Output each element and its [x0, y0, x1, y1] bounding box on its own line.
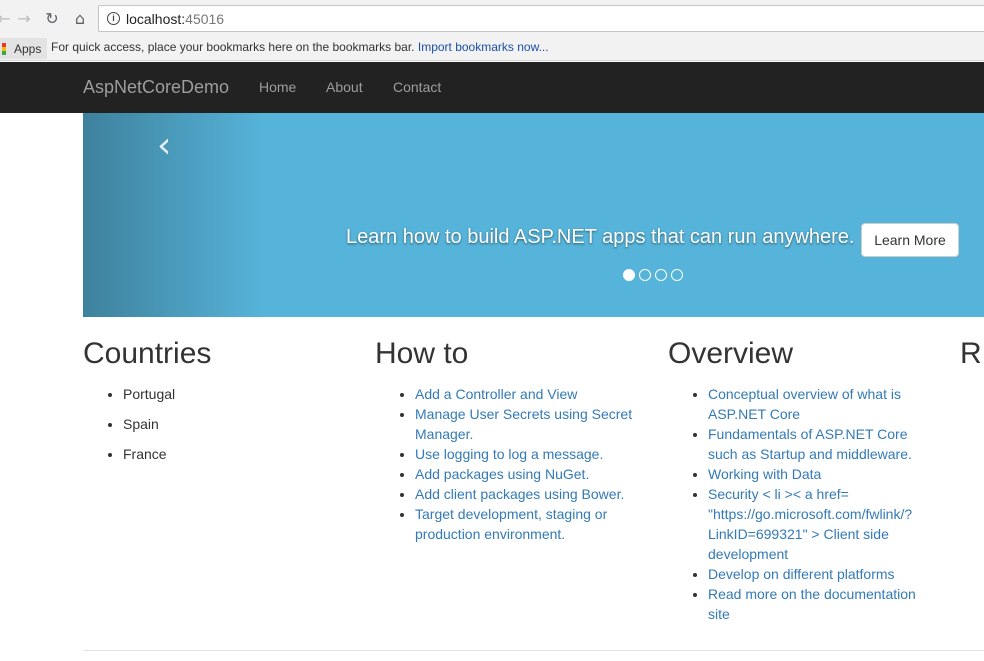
home-icon[interactable]: ⌂	[70, 8, 90, 28]
howto-link[interactable]: Add a Controller and View	[415, 386, 577, 402]
list-item: Add client packages using Bower.	[415, 484, 655, 504]
list-item: Use logging to log a message.	[415, 444, 655, 464]
list-item: Security < li >< a href= "https://go.mic…	[708, 484, 933, 564]
list-item: Portugal	[123, 384, 353, 404]
list-item: Spain	[123, 414, 353, 434]
back-icon[interactable]: ←	[0, 8, 14, 28]
howto-link[interactable]: Target development, staging or productio…	[415, 506, 607, 542]
list-item: Working with Data	[708, 464, 933, 484]
browser-toolbar: ← → ↻ ⌂ i localhost:45016	[0, 0, 984, 36]
carousel-prev-area[interactable]	[83, 113, 263, 317]
apps-label: Apps	[14, 41, 42, 56]
overview-link[interactable]: Working with Data	[708, 466, 821, 482]
nav-link-home[interactable]: Home	[259, 79, 296, 95]
overview-link[interactable]: Security < li >< a href= "https://go.mic…	[708, 486, 912, 562]
bookmarks-hint-text: For quick access, place your bookmarks h…	[51, 40, 415, 54]
countries-heading: Countries	[83, 337, 212, 370]
carousel-indicator-dot[interactable]	[623, 269, 635, 281]
howto-link[interactable]: Manage User Secrets using Secret Manager…	[415, 406, 632, 442]
list-item: Develop on different platforms	[708, 564, 933, 584]
carousel-indicators	[623, 269, 683, 281]
learn-more-button[interactable]: Learn More	[861, 223, 959, 257]
navbar-brand[interactable]: AspNetCoreDemo	[83, 77, 229, 98]
list-item: Conceptual overview of what is ASP.NET C…	[708, 384, 933, 424]
overview-list: Conceptual overview of what is ASP.NET C…	[668, 384, 933, 624]
carousel-indicator-dot[interactable]	[671, 269, 683, 281]
howto-column: How to Add a Controller and View Manage U…	[375, 336, 655, 544]
nav-link-about[interactable]: About	[326, 79, 363, 95]
bookmarks-bar: Apps For quick access, place your bookma…	[0, 36, 984, 61]
apps-button[interactable]: Apps	[0, 38, 48, 59]
carousel-indicator-dot[interactable]	[639, 269, 651, 281]
howto-link[interactable]: Add packages using NuGet.	[415, 466, 589, 482]
list-item: Read more on the documentation site	[708, 584, 933, 624]
nav-link-contact[interactable]: Contact	[393, 79, 441, 95]
list-item: Manage User Secrets using Secret Manager…	[415, 404, 655, 444]
overview-link[interactable]: Conceptual overview of what is ASP.NET C…	[708, 386, 901, 422]
howto-list: Add a Controller and View Manage User Sec…	[375, 384, 655, 544]
chevron-left-icon[interactable]: ‹	[157, 125, 171, 166]
reload-icon[interactable]: ↻	[42, 8, 62, 28]
list-item: Add a Controller and View	[415, 384, 655, 404]
overview-column: Overview Conceptual overview of what is …	[668, 336, 933, 624]
carousel-indicator-dot[interactable]	[655, 269, 667, 281]
list-item: Fundamentals of ASP.NET Core such as Sta…	[708, 424, 933, 464]
overview-heading: Overview	[668, 337, 794, 370]
partial-heading: R	[960, 337, 982, 370]
carousel-caption: Learn how to build ASP.NET apps that can…	[346, 226, 855, 248]
apps-icon	[2, 42, 6, 55]
howto-heading: How to	[375, 337, 469, 370]
carousel: ‹ Learn how to build ASP.NET apps that c…	[83, 113, 984, 317]
info-icon[interactable]: i	[107, 12, 120, 25]
overview-link[interactable]: Read more on the documentation site	[708, 586, 916, 622]
overview-link[interactable]: Develop on different platforms	[708, 566, 895, 582]
overview-link[interactable]: Fundamentals of ASP.NET Core such as Sta…	[708, 426, 912, 462]
footer-divider	[83, 650, 984, 651]
list-item: France	[123, 444, 353, 464]
site-navbar: AspNetCoreDemo Home About Contact	[0, 62, 984, 113]
howto-link[interactable]: Use logging to log a message.	[415, 446, 603, 462]
import-bookmarks-link[interactable]: Import bookmarks now...	[418, 40, 549, 54]
bookmarks-hint: For quick access, place your bookmarks h…	[51, 40, 549, 54]
forward-icon[interactable]: →	[14, 8, 34, 28]
list-item: Target development, staging or productio…	[415, 504, 655, 544]
howto-link[interactable]: Add client packages using Bower.	[415, 486, 624, 502]
url-host: localhost:	[126, 11, 186, 27]
partial-column: R	[960, 336, 984, 384]
address-bar[interactable]: i localhost:45016	[98, 5, 984, 32]
countries-column: Countries Portugal Spain France	[83, 336, 353, 474]
list-item: Add packages using NuGet.	[415, 464, 655, 484]
url-text[interactable]: localhost:45016	[126, 11, 224, 27]
countries-list: Portugal Spain France	[83, 384, 353, 464]
url-port: 45016	[185, 11, 225, 27]
